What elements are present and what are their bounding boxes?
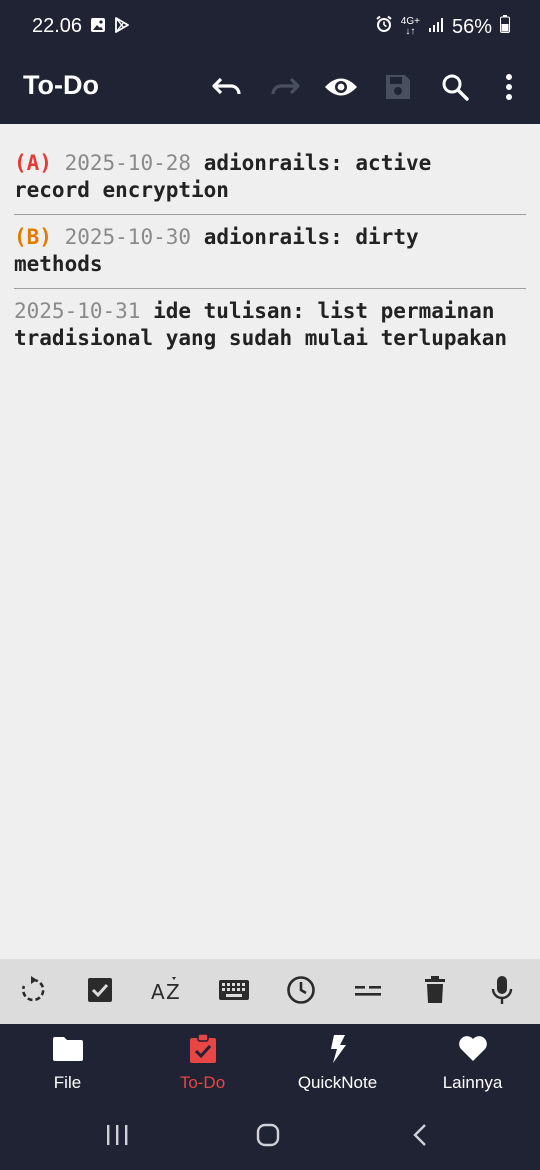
refresh-button[interactable] <box>16 975 50 1009</box>
search-button[interactable] <box>433 67 477 111</box>
nav-label: File <box>53 1073 82 1092</box>
recent-apps-icon <box>105 1124 129 1150</box>
alarm-icon <box>375 15 393 39</box>
save-icon <box>384 73 412 105</box>
divider-lines-icon <box>354 983 382 1002</box>
task-item[interactable]: 2025-10-31 ide tulisan: list permainan t… <box>14 298 526 352</box>
task-text: ide tulisan: list permainan <box>153 299 495 323</box>
signal-icon <box>428 16 444 39</box>
undo-button[interactable] <box>205 67 249 111</box>
home-button[interactable] <box>248 1122 288 1152</box>
separator-button[interactable] <box>351 975 385 1009</box>
task-divider <box>14 214 526 215</box>
refresh-icon <box>19 976 47 1008</box>
voice-input-button[interactable] <box>485 975 519 1009</box>
back-icon <box>412 1123 428 1151</box>
more-options-button[interactable] <box>487 67 531 111</box>
nav-lainnya[interactable]: Lainnya <box>405 1024 540 1106</box>
more-vert-icon <box>505 74 513 104</box>
svg-text:Z: Z <box>166 980 180 1003</box>
bottom-navigation: File To-Do QuickNote Lainnya <box>0 1024 540 1106</box>
back-button[interactable] <box>400 1122 440 1152</box>
todo-list[interactable]: (A) 2025-10-28 adionrails: active record… <box>0 124 540 959</box>
search-icon <box>441 73 469 105</box>
lightning-icon <box>329 1034 347 1069</box>
delete-button[interactable] <box>418 975 452 1009</box>
task-item[interactable]: (B) 2025-10-30 adionrails: dirty methods <box>14 224 526 278</box>
complete-task-button[interactable] <box>83 975 117 1009</box>
save-button[interactable] <box>376 67 420 111</box>
battery-icon <box>500 15 510 39</box>
system-navigation-bar <box>0 1106 540 1170</box>
nav-todo[interactable]: To-Do <box>135 1024 270 1106</box>
sort-az-icon: AZ <box>151 977 183 1007</box>
eye-icon <box>324 76 358 102</box>
nav-label: QuickNote <box>297 1073 378 1092</box>
nav-label: Lainnya <box>442 1073 503 1092</box>
task-text: adionrails: dirty <box>203 225 419 249</box>
folder-icon <box>52 1034 84 1067</box>
sort-button[interactable]: AZ <box>150 975 184 1009</box>
clipboard-check-icon <box>189 1033 217 1069</box>
mic-icon <box>491 975 513 1009</box>
gallery-icon <box>90 17 106 37</box>
trash-icon <box>423 976 447 1008</box>
heart-icon <box>458 1034 488 1067</box>
view-button[interactable] <box>319 67 363 111</box>
quick-toolbar: AZ <box>0 959 540 1024</box>
app-bar: To-Do <box>0 54 540 124</box>
battery-text: 56% <box>451 15 492 38</box>
task-text: adionrails: active <box>203 151 432 175</box>
svg-text:A: A <box>151 980 165 1003</box>
page-title: To-Do <box>23 70 99 100</box>
task-text-continued: tradisional yang sudah mulai terlupakan <box>14 326 508 350</box>
task-item[interactable]: (A) 2025-10-28 adionrails: active record… <box>14 150 526 204</box>
keyboard-icon <box>219 979 249 1005</box>
status-time: 22.06 <box>32 15 83 37</box>
status-bar: 22.06 4G+ ↓↑ 56% <box>0 0 540 54</box>
due-date-button[interactable] <box>284 975 318 1009</box>
home-icon <box>256 1123 280 1151</box>
task-divider <box>14 288 526 289</box>
task-text-continued: methods <box>14 252 103 276</box>
play-store-icon <box>114 17 130 37</box>
task-date: 2025-10-31 <box>14 299 141 323</box>
keyboard-button[interactable] <box>217 975 251 1009</box>
task-date: 2025-10-28 <box>64 151 192 175</box>
checkbox-icon <box>87 977 113 1007</box>
nav-label: To-Do <box>179 1073 226 1092</box>
task-date: 2025-10-30 <box>64 225 192 249</box>
task-priority: (A) <box>14 151 52 175</box>
clock-icon <box>286 975 316 1009</box>
network-label: 4G+ <box>400 16 420 27</box>
task-priority: (B) <box>14 225 52 249</box>
task-text-continued: record encryption <box>14 178 229 202</box>
redo-icon <box>269 75 301 103</box>
recent-apps-button[interactable] <box>97 1122 137 1152</box>
network-icon: 4G+ ↓↑ <box>400 16 420 37</box>
redo-button[interactable] <box>263 67 307 111</box>
nav-file[interactable]: File <box>0 1024 135 1106</box>
undo-icon <box>211 75 243 103</box>
nav-quicknote[interactable]: QuickNote <box>270 1024 405 1106</box>
